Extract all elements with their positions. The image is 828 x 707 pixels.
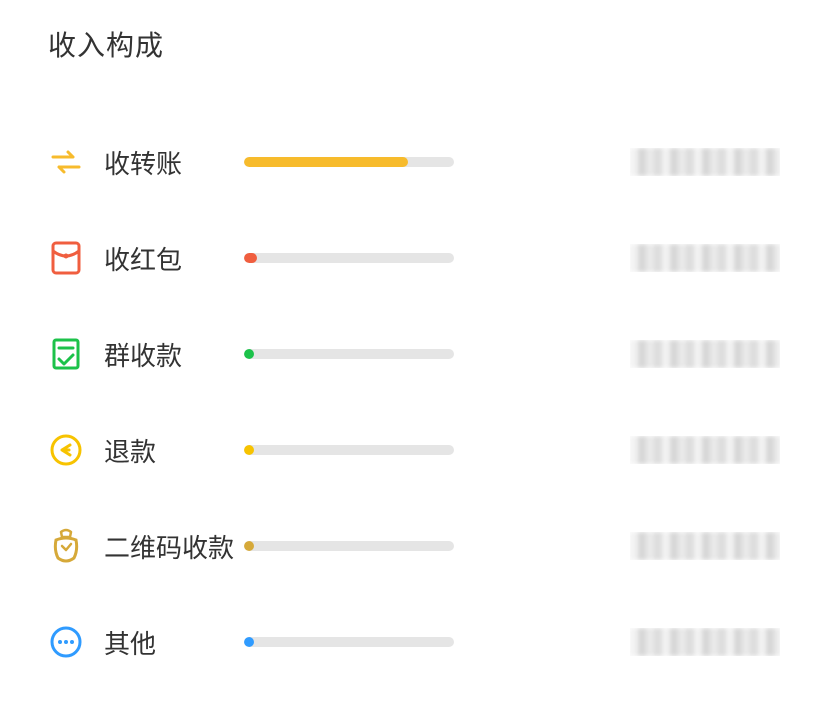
progress-fill (244, 157, 408, 167)
amount-obscured (630, 148, 780, 176)
amount-obscured (630, 532, 780, 560)
amount-wrap (454, 340, 780, 368)
list-item[interactable]: 群收款 (48, 306, 780, 402)
progress-bar (244, 637, 454, 647)
progress-bar (244, 445, 454, 455)
progress-bar (244, 253, 454, 263)
progress-fill (244, 253, 257, 263)
refund-icon (48, 432, 84, 468)
qrcollect-icon (48, 528, 84, 564)
section-title: 收入构成 (48, 24, 780, 64)
progress-fill (244, 349, 254, 359)
amount-wrap (454, 628, 780, 656)
item-label: 群收款 (104, 336, 244, 373)
amount-obscured (630, 628, 780, 656)
item-label: 退款 (104, 432, 244, 469)
other-icon (48, 624, 84, 660)
amount-wrap (454, 244, 780, 272)
list-item[interactable]: 退款 (48, 402, 780, 498)
list-item[interactable]: 收转账 (48, 114, 780, 210)
item-label: 二维码收款 (104, 528, 244, 565)
amount-obscured (630, 244, 780, 272)
amount-wrap (454, 436, 780, 464)
transfer-icon (48, 144, 84, 180)
list-item[interactable]: 收红包 (48, 210, 780, 306)
amount-wrap (454, 532, 780, 560)
amount-wrap (454, 148, 780, 176)
item-label: 收转账 (104, 144, 244, 181)
income-list: 收转账 收红包 (48, 114, 780, 690)
progress-bar (244, 157, 454, 167)
item-label: 收红包 (104, 240, 244, 277)
list-item[interactable]: 二维码收款 (48, 498, 780, 594)
amount-obscured (630, 436, 780, 464)
progress-bar (244, 541, 454, 551)
amount-obscured (630, 340, 780, 368)
progress-fill (244, 541, 254, 551)
progress-bar (244, 349, 454, 359)
progress-fill (244, 637, 254, 647)
redpacket-icon (48, 240, 84, 276)
groupcollect-icon (48, 336, 84, 372)
progress-fill (244, 445, 254, 455)
item-label: 其他 (104, 624, 244, 661)
list-item[interactable]: 其他 (48, 594, 780, 690)
